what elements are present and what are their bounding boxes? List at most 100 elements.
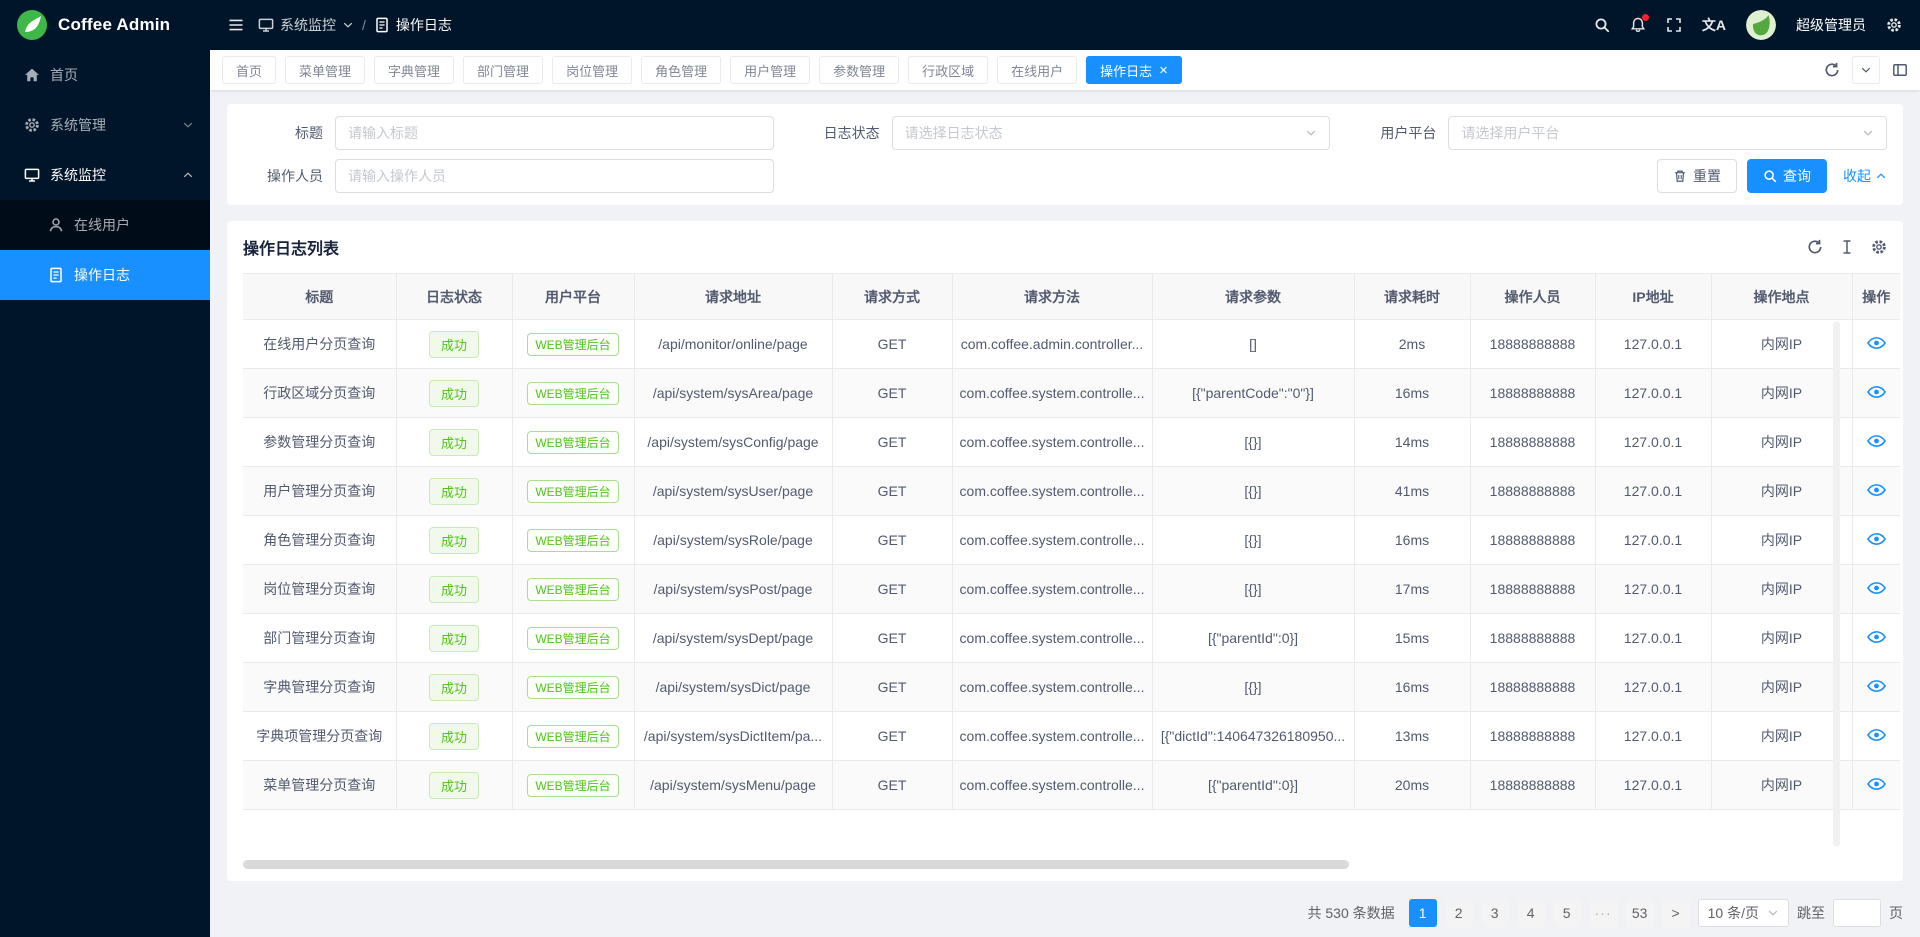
fullscreen-button[interactable] [1666, 17, 1682, 33]
view-detail-button[interactable] [1867, 679, 1886, 693]
tab-操作日志[interactable]: 操作日志× [1086, 56, 1182, 84]
tab-参数管理[interactable]: 参数管理 [819, 56, 899, 84]
view-detail-button[interactable] [1867, 385, 1886, 399]
cell-operation [1852, 663, 1900, 712]
global-search-button[interactable] [1594, 17, 1610, 33]
tab-label: 首页 [236, 61, 262, 80]
search-button-label: 查询 [1783, 166, 1811, 186]
cell-request-url: /api/system/sysDept/page [634, 614, 832, 663]
jump-page-input[interactable] [1833, 899, 1881, 927]
cell-request-params: [{}] [1152, 516, 1354, 565]
page-button-1[interactable]: 1 [1409, 899, 1437, 927]
operator-input[interactable] [335, 159, 774, 193]
cell-operation [1852, 467, 1900, 516]
cell-request-time: 14ms [1354, 418, 1470, 467]
eye-icon [1867, 728, 1886, 742]
breadcrumb-operation-log: 操作日志 [374, 15, 452, 35]
chevron-up-icon [182, 169, 194, 181]
cell-platform: WEB管理后台 [512, 516, 634, 565]
horizontal-scrollbar[interactable] [243, 860, 1349, 869]
column-settings-icon[interactable] [1871, 239, 1887, 255]
cell-request-url: /api/system/sysDictItem/pa... [634, 712, 832, 761]
cell-request-params: [{"dictId":140647326180950... [1152, 712, 1354, 761]
next-page-button[interactable]: > [1662, 899, 1690, 927]
monitor-icon [258, 17, 274, 33]
sidebar-collapse-button[interactable] [228, 17, 244, 33]
page-size-select[interactable]: 10 条/页 [1698, 899, 1789, 927]
view-detail-button[interactable] [1867, 777, 1886, 791]
sidebar-item-home[interactable]: 首页 [0, 50, 210, 100]
gear-icon [24, 117, 40, 133]
title-input[interactable] [335, 116, 774, 150]
page-button-53[interactable]: 53 [1626, 899, 1654, 927]
tab-岗位管理[interactable]: 岗位管理 [552, 56, 632, 84]
current-user-name[interactable]: 超级管理员 [1796, 15, 1866, 35]
search-button[interactable]: 查询 [1747, 159, 1827, 193]
status-badge: 成功 [429, 576, 479, 603]
view-detail-button[interactable] [1867, 728, 1886, 742]
chevron-down-icon [182, 119, 194, 131]
page-button-4[interactable]: 4 [1517, 899, 1545, 927]
layout-toggle-button[interactable] [1892, 62, 1908, 78]
view-detail-button[interactable] [1867, 532, 1886, 546]
log-status-select[interactable]: 请选择日志状态 [892, 116, 1331, 150]
log-status-label: 日志状态 [800, 123, 880, 143]
sidebar-item-online-users[interactable]: 在线用户 [0, 200, 210, 250]
settings-button[interactable] [1886, 17, 1902, 33]
tab-close-icon[interactable]: × [1159, 63, 1168, 78]
page-button-5[interactable]: 5 [1553, 899, 1581, 927]
language-switch-button[interactable]: 文A [1702, 15, 1726, 35]
cell-request-handler: com.coffee.system.controlle... [952, 369, 1152, 418]
sidebar-item-operation-log[interactable]: 操作日志 [0, 250, 210, 300]
cell-request-url: /api/system/sysConfig/page [634, 418, 832, 467]
view-detail-button[interactable] [1867, 434, 1886, 448]
cell-operation [1852, 369, 1900, 418]
tab-label: 行政区域 [922, 61, 974, 80]
cell-request-method: GET [832, 516, 952, 565]
column-header: 操作地点 [1711, 274, 1852, 320]
breadcrumb-system-monitor[interactable]: 系统监控 [258, 15, 354, 35]
refresh-tab-button[interactable] [1824, 62, 1840, 78]
page-button-2[interactable]: 2 [1445, 899, 1473, 927]
tab-在线用户[interactable]: 在线用户 [997, 56, 1077, 84]
tab-options-dropdown[interactable] [1852, 56, 1880, 84]
vertical-scrollbar[interactable] [1833, 321, 1840, 847]
view-detail-button[interactable] [1867, 336, 1886, 350]
column-header: IP地址 [1595, 274, 1711, 320]
avatar[interactable] [1746, 10, 1776, 40]
cell-ip: 127.0.0.1 [1595, 614, 1711, 663]
tab-角色管理[interactable]: 角色管理 [641, 56, 721, 84]
cell-ip: 127.0.0.1 [1595, 565, 1711, 614]
sidebar-item-label: 系统管理 [50, 115, 106, 135]
status-badge: 成功 [429, 625, 479, 652]
eye-icon [1867, 532, 1886, 546]
page-button-3[interactable]: 3 [1481, 899, 1509, 927]
log-icon [48, 267, 64, 283]
cell-platform: WEB管理后台 [512, 614, 634, 663]
tab-行政区域[interactable]: 行政区域 [908, 56, 988, 84]
cell-request-time: 16ms [1354, 516, 1470, 565]
cell-request-params: [{"parentId":0}] [1152, 761, 1354, 810]
reset-button[interactable]: 重置 [1657, 159, 1737, 193]
sidebar-item-system-monitor[interactable]: 系统监控 [0, 150, 210, 200]
table-header-row: 标题日志状态用户平台请求地址请求方式请求方法请求参数请求耗时操作人员IP地址操作… [243, 274, 1900, 320]
cell-request-time: 16ms [1354, 663, 1470, 712]
cell-status: 成功 [396, 516, 512, 565]
view-detail-button[interactable] [1867, 483, 1886, 497]
platform-badge: WEB管理后台 [527, 480, 618, 503]
tab-部门管理[interactable]: 部门管理 [463, 56, 543, 84]
view-detail-button[interactable] [1867, 630, 1886, 644]
sidebar-item-system-management[interactable]: 系统管理 [0, 100, 210, 150]
tab-菜单管理[interactable]: 菜单管理 [285, 56, 365, 84]
row-height-icon[interactable] [1839, 239, 1855, 255]
refresh-icon[interactable] [1807, 239, 1823, 255]
view-detail-button[interactable] [1867, 581, 1886, 595]
column-header: 标题 [243, 274, 396, 320]
notifications-button[interactable] [1630, 17, 1646, 33]
collapse-link[interactable]: 收起 [1843, 166, 1887, 186]
tab-字典管理[interactable]: 字典管理 [374, 56, 454, 84]
user-platform-select[interactable]: 请选择用户平台 [1448, 116, 1887, 150]
cell-request-handler: com.coffee.system.controlle... [952, 712, 1152, 761]
tab-首页[interactable]: 首页 [222, 56, 276, 84]
tab-用户管理[interactable]: 用户管理 [730, 56, 810, 84]
